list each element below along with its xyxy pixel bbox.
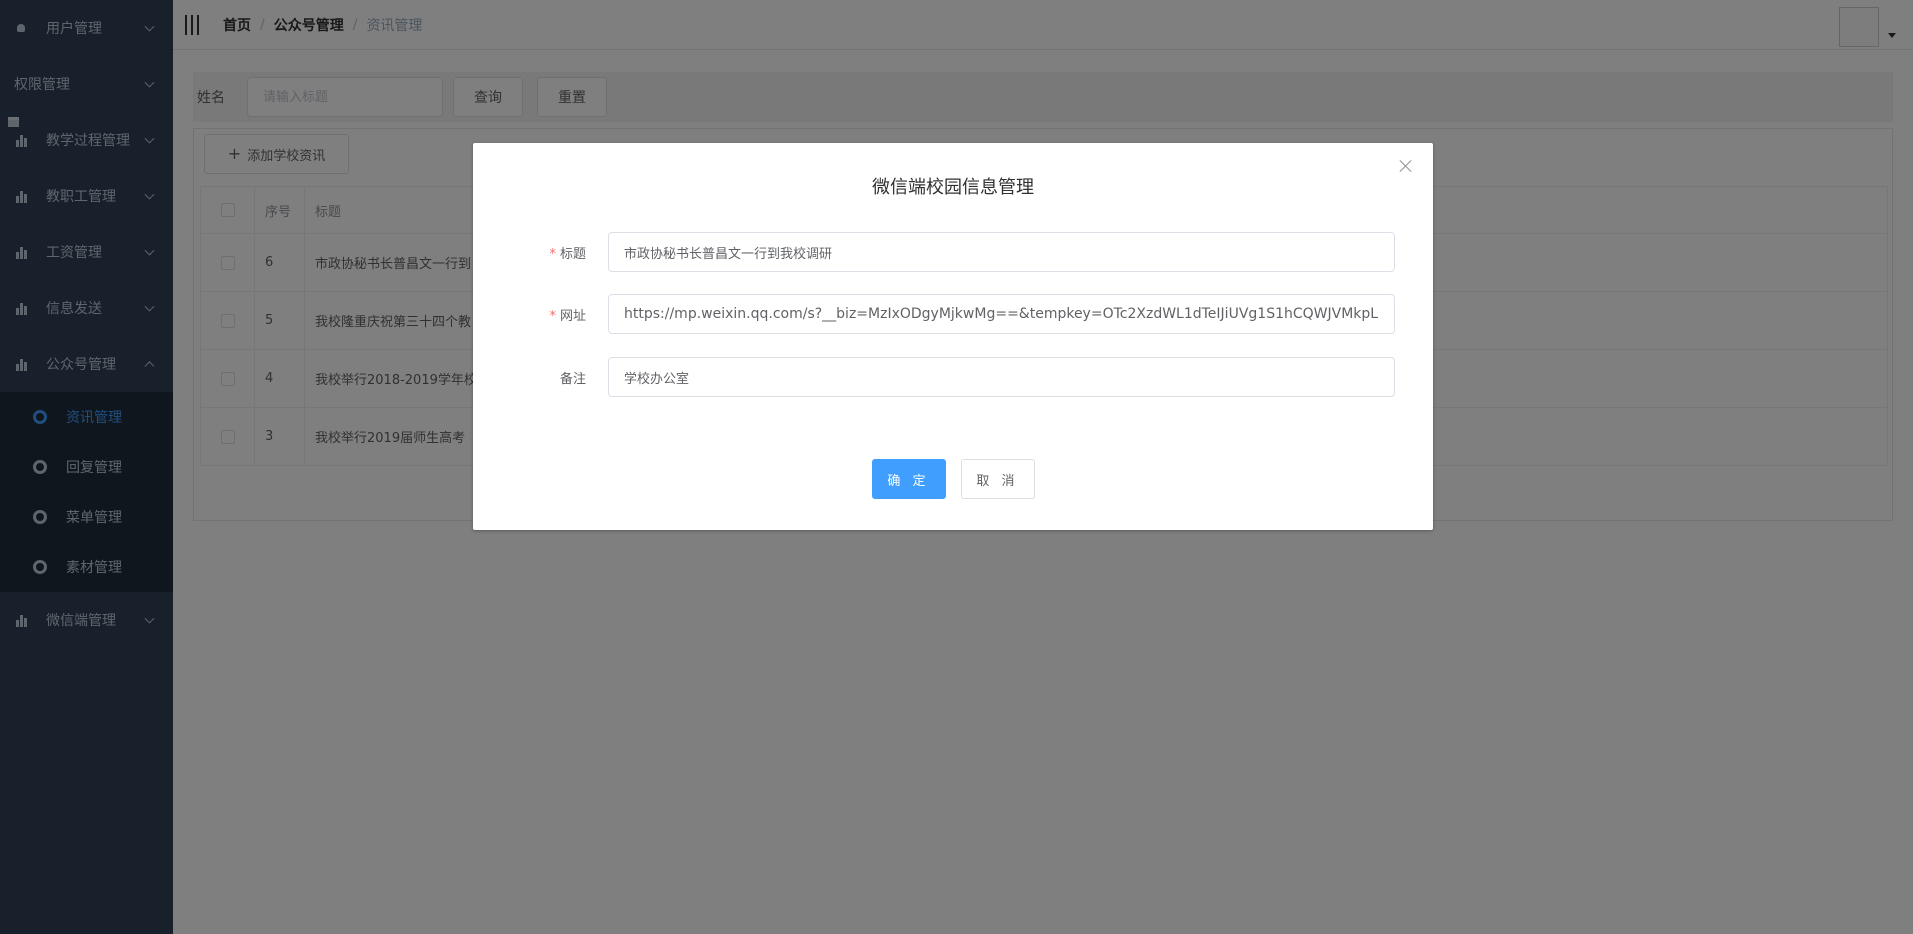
close-icon[interactable] xyxy=(1399,159,1413,173)
title-label: * 标题 xyxy=(473,243,608,262)
required-asterisk: * xyxy=(549,246,556,262)
url-form-row: * 网址 xyxy=(473,294,1433,334)
url-label: * 网址 xyxy=(473,305,608,324)
confirm-button[interactable]: 确 定 xyxy=(871,459,946,499)
url-input[interactable] xyxy=(608,294,1395,334)
dialog-title: 微信端校园信息管理 xyxy=(872,177,1034,198)
dialog-footer: 确 定 取 消 xyxy=(473,459,1433,499)
note-label: 备注 xyxy=(473,368,608,387)
title-form-row: * 标题 xyxy=(473,232,1433,272)
required-asterisk: * xyxy=(549,308,556,324)
note-input[interactable] xyxy=(608,357,1395,397)
title-label-text: 标题 xyxy=(559,246,586,262)
cancel-button[interactable]: 取 消 xyxy=(960,459,1035,499)
campus-info-dialog: 微信端校园信息管理 *标题 *网址 备注 确 定 取 消 xyxy=(473,143,1433,530)
url-label-text: 网址 xyxy=(559,308,586,324)
note-label-text: 备注 xyxy=(559,371,586,387)
note-form-row: 备注 xyxy=(473,357,1433,397)
title-input[interactable] xyxy=(608,232,1395,272)
